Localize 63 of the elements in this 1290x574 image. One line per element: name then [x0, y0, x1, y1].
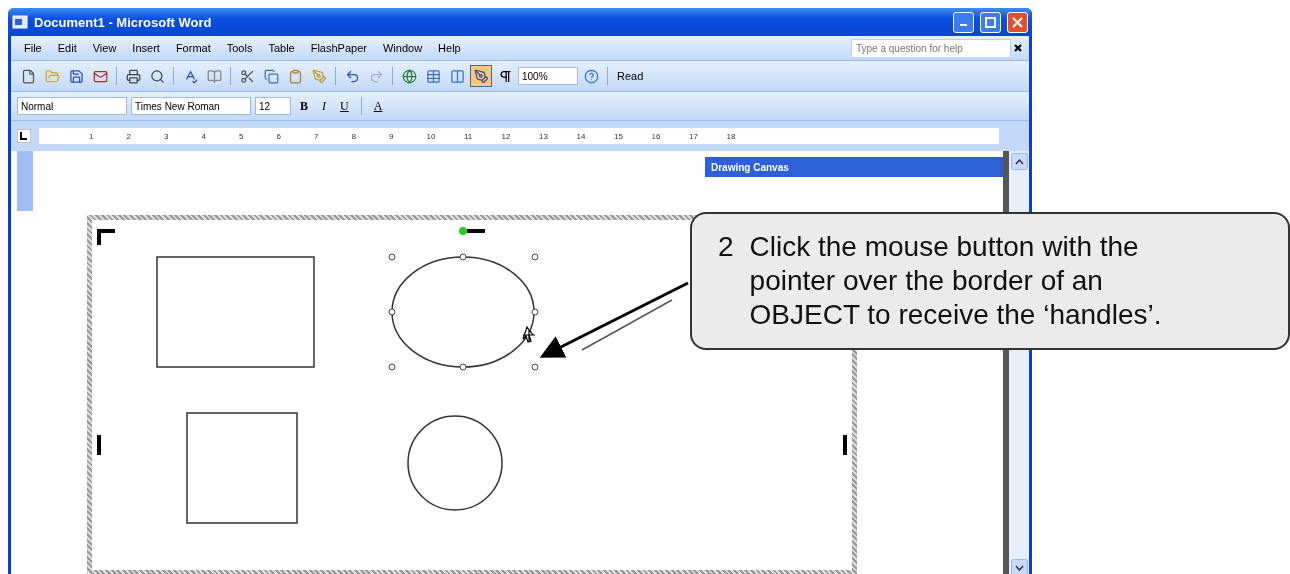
font-dropdown[interactable]: Times New Roman	[131, 97, 251, 115]
scroll-down-button[interactable]	[1010, 559, 1028, 574]
ruler-number: 16	[651, 131, 662, 141]
tab-selector-icon[interactable]	[17, 129, 31, 143]
ruler-number: 12	[501, 131, 512, 141]
bold-button[interactable]: B	[295, 98, 313, 114]
menu-item[interactable]: View	[85, 40, 124, 56]
instruction-text: Click the mouse button with the pointer over the border of an OBJECT to receive the ‘handles’.	[749, 230, 1163, 332]
ruler-number: 7	[314, 131, 320, 141]
menu-item[interactable]: Table	[261, 40, 302, 56]
ruler-number: 14	[576, 131, 587, 141]
ruler-number: 13	[539, 131, 549, 141]
ruler-number: 9	[389, 131, 395, 141]
rotation-handle[interactable]	[459, 227, 467, 235]
font-color-button[interactable]: A	[368, 98, 388, 114]
ruler-number: 17	[689, 131, 699, 141]
task-pane-title: Drawing Canvas	[705, 157, 1003, 177]
zoom-dropdown[interactable]: 100%	[518, 67, 578, 85]
help-search-field[interactable]: Type a question for help	[851, 38, 1011, 58]
word-app-icon	[12, 14, 28, 30]
font-size-dropdown[interactable]: 12	[255, 97, 291, 115]
circle-shape[interactable]	[407, 415, 503, 511]
crop-mark	[843, 435, 847, 455]
menu-item[interactable]: FlashPaper	[303, 40, 374, 56]
ruler-number: 11	[464, 131, 474, 141]
line-shape[interactable]	[581, 299, 673, 351]
ruler-number: 15	[614, 131, 624, 141]
crop-mark	[97, 435, 101, 455]
ruler-number: 2	[126, 131, 132, 141]
close-icon	[1012, 16, 1023, 28]
scroll-up-button[interactable]	[1010, 153, 1028, 170]
menu-item[interactable]: Help	[431, 40, 468, 56]
minimize-icon	[960, 24, 967, 26]
ruler-number: 3	[164, 131, 170, 141]
underline-button[interactable]: U	[335, 98, 354, 114]
menu-item[interactable]: Edit	[50, 40, 84, 56]
close-document-icon[interactable]	[1013, 43, 1023, 53]
ruler-number: 18	[726, 131, 737, 141]
ruler-number: 5	[239, 131, 245, 141]
ruler-number: 10	[426, 131, 437, 141]
crop-mark	[467, 229, 485, 233]
step-number: 2	[718, 230, 734, 264]
crop-mark	[97, 229, 115, 245]
rectangle-shape[interactable]	[156, 256, 315, 368]
menu-item[interactable]: Tools	[219, 40, 260, 56]
ruler-number: 1	[89, 131, 95, 141]
menu-item[interactable]: Window	[375, 40, 430, 56]
menu-item[interactable]: Insert	[125, 40, 167, 56]
drawing-icon[interactable]	[470, 65, 492, 87]
maximize-button[interactable]	[980, 11, 1001, 33]
square-shape[interactable]	[186, 412, 298, 524]
style-dropdown[interactable]: Normal	[17, 97, 127, 115]
ruler-number: 4	[201, 131, 207, 141]
ruler-number: 6	[276, 131, 282, 141]
read-button[interactable]: Read	[613, 70, 648, 82]
window-title: Document1 - Microsoft Word	[34, 14, 213, 30]
ruler-number: 8	[351, 131, 357, 141]
maximize-icon	[985, 16, 996, 28]
close-button[interactable]	[1007, 11, 1028, 33]
menu-item[interactable]: Format	[168, 40, 218, 56]
minimize-button[interactable]	[953, 11, 974, 33]
menu-item[interactable]: File	[17, 40, 49, 56]
italic-button[interactable]: I	[317, 98, 331, 114]
